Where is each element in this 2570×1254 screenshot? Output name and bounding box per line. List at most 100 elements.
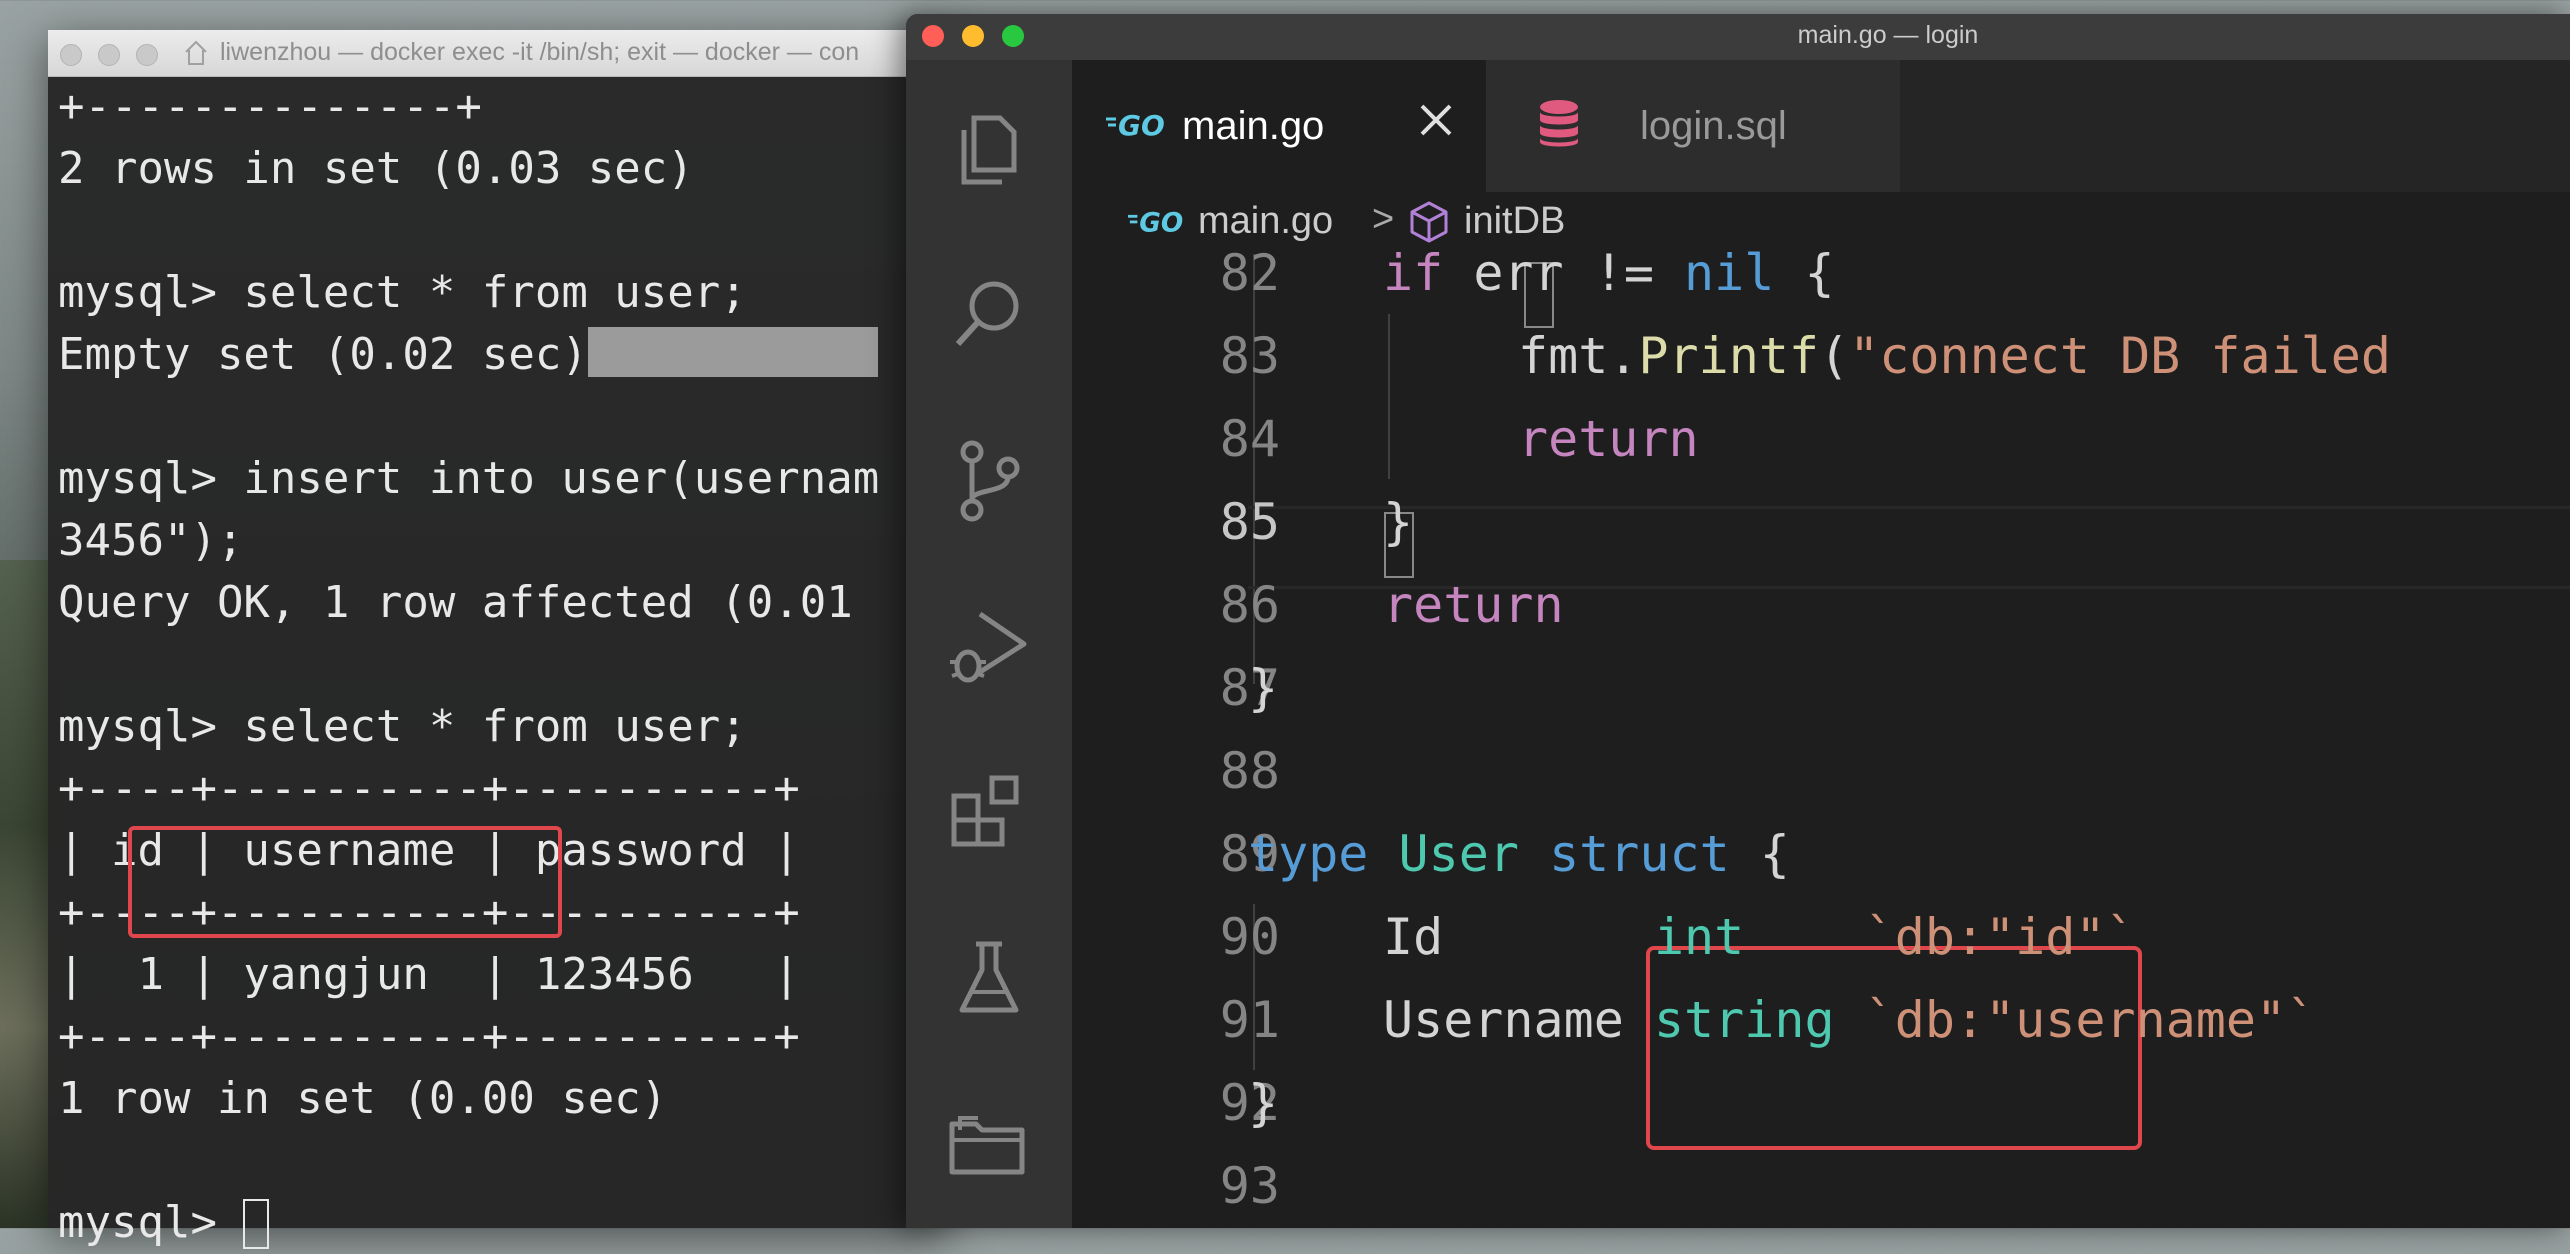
code-token: }	[1248, 1074, 1279, 1132]
code-token: Id	[1383, 908, 1654, 966]
terminal-line-text: Query OK, 1 row affected (0.01	[58, 577, 853, 628]
terminal-line-text: +----+----------+----------+	[58, 1011, 800, 1062]
explorer-icon[interactable]	[944, 104, 1034, 194]
code-token: `db:"username"`	[1864, 991, 2317, 1049]
code-token: }	[1248, 659, 1279, 717]
code-line: 87}	[1072, 647, 2570, 730]
run-debug-icon[interactable]	[944, 602, 1034, 692]
code-line: 93	[1072, 1145, 2570, 1228]
terminal-cursor	[243, 1199, 270, 1249]
vscode-window-title: main.go — login	[1797, 21, 1979, 49]
code-token: (	[1819, 327, 1850, 385]
code-token: return	[1518, 410, 1699, 468]
code-text: }	[1248, 1062, 1278, 1145]
terminal-line: mysql> select * from user;	[58, 696, 948, 758]
code-token: User	[1398, 825, 1519, 883]
tab-main-go[interactable]: GO main.go	[1072, 60, 1486, 192]
terminal-line: +----+----------+----------+	[58, 758, 948, 820]
code-token: {	[1729, 825, 1790, 883]
text-selection	[587, 327, 878, 377]
home-icon	[185, 40, 207, 65]
terminal-line-text: | 1 | yangjun | 123456 |	[58, 949, 800, 1000]
code-line: 89 type User struct {	[1072, 813, 2570, 896]
terminal-line-text: mysql> select * from user;	[58, 267, 747, 318]
terminal-line: Query OK, 1 row affected (0.01	[58, 572, 948, 634]
code-text: return	[1518, 398, 1699, 481]
terminal-line-text: +----+----------+----------+	[58, 763, 800, 814]
code-token: return	[1383, 576, 1564, 634]
code-token: if	[1383, 244, 1444, 302]
code-token: struct	[1549, 825, 1730, 883]
code-line: 90 Id int `db:"id"`	[1072, 896, 2570, 979]
code-text: Username string `db:"username"`	[1383, 979, 2316, 1062]
line-number: 83	[1219, 327, 1280, 385]
terminal-line: mysql> insert into user(usernam	[58, 448, 948, 510]
search-icon[interactable]	[944, 270, 1034, 360]
line-number: 85	[1219, 493, 1280, 551]
terminal-output[interactable]: +--------------+ 2 rows in set (0.03 sec)…	[58, 76, 948, 1254]
database-icon	[1540, 100, 1578, 147]
terminal-line-text: 2 rows in set (0.03 sec)	[58, 143, 694, 194]
code-token: Username	[1383, 991, 1654, 1049]
terminal-zoom-button[interactable]	[136, 44, 158, 66]
terminal-close-button[interactable]	[60, 44, 82, 66]
terminal-line-text: Empty set (0.02 sec)	[58, 329, 588, 380]
vscode-titlebar[interactable]: main.go — login	[906, 14, 2570, 60]
highlight-box-columns	[128, 826, 562, 938]
remote-explorer-icon[interactable]	[944, 1100, 1034, 1190]
terminal-line: +----+----------+----------+	[58, 1006, 948, 1068]
code-token: nil	[1684, 244, 1775, 302]
code-text: }	[1383, 481, 1413, 564]
vscode-window[interactable]: main.go — login GO main.go login.sql GO …	[906, 14, 2570, 1228]
line-number: 86	[1219, 576, 1280, 634]
terminal-line: +--------------+	[58, 76, 948, 138]
code-text: }	[1248, 647, 1278, 730]
terminal-title: liwenzhou — docker exec -it /bin/sh; exi…	[220, 38, 860, 66]
terminal-line: Empty set (0.02 sec)	[58, 324, 948, 386]
tab-login-sql[interactable]: login.sql	[1486, 60, 1900, 192]
line-number: 84	[1219, 410, 1280, 468]
code-text: type User struct {	[1248, 813, 1790, 896]
code-token: "connect DB failed	[1849, 327, 2392, 385]
terminal-line-text: 1 row in set (0.00 sec)	[58, 1073, 668, 1124]
terminal-line-text: 3456");	[58, 515, 244, 566]
activity-bar	[906, 60, 1072, 1228]
terminal-window[interactable]: liwenzhou — docker exec -it /bin/sh; exi…	[48, 30, 948, 1249]
terminal-line-text: mysql> select * from user;	[58, 701, 747, 752]
code-line: 92}	[1072, 1062, 2570, 1145]
code-line: 82 if err != nil {	[1072, 232, 2570, 315]
code-token: fmt.	[1518, 327, 1639, 385]
tab-label: login.sql	[1640, 104, 1787, 148]
close-icon[interactable]	[1416, 100, 1456, 140]
code-text: if err != nil {	[1383, 232, 1835, 315]
line-number: 93	[1219, 1157, 1280, 1215]
code-editor[interactable]: 82 if err != nil {83 fmt.Printf("connect D…	[1072, 244, 2570, 1228]
line-number: 90	[1219, 908, 1280, 966]
code-token: type	[1248, 825, 1369, 883]
source-control-icon[interactable]	[944, 436, 1034, 526]
terminal-minimize-button[interactable]	[98, 44, 120, 66]
code-text: fmt.Printf("connect DB failed	[1518, 315, 2391, 398]
terminal-line: mysql>	[58, 1192, 948, 1254]
code-token: Printf	[1638, 327, 1820, 385]
terminal-line-text: +--------------+	[58, 81, 482, 132]
tab-bar: GO main.go login.sql	[1072, 60, 2570, 192]
terminal-line: 2 rows in set (0.03 sec)	[58, 138, 948, 200]
editor-area: GO main.go login.sql GO main.go > initDB…	[1072, 60, 2570, 1228]
terminal-line: 1 row in set (0.00 sec)	[58, 1068, 948, 1130]
code-line: 83 fmt.Printf("connect DB failed	[1072, 315, 2570, 398]
terminal-line: 3456");	[58, 510, 948, 572]
terminal-titlebar[interactable]: liwenzhou — docker exec -it /bin/sh; exi…	[48, 30, 948, 77]
code-token: }	[1383, 493, 1414, 551]
extensions-icon[interactable]	[944, 768, 1034, 858]
svg-text:GO: GO	[1118, 109, 1165, 141]
terminal-line: mysql> select * from user;	[58, 262, 948, 324]
testing-icon[interactable]	[944, 934, 1034, 1024]
code-token: err !=	[1443, 244, 1685, 302]
